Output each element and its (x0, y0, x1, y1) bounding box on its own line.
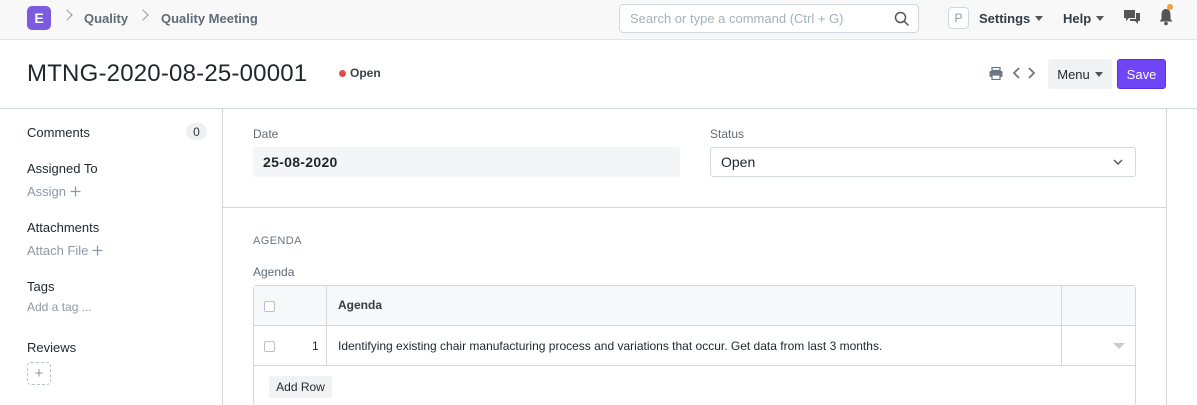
date-value: 25-08-2020 (263, 154, 338, 170)
assign-action[interactable]: Assign (27, 184, 81, 199)
breadcrumb-quality-meeting[interactable]: Quality Meeting (161, 11, 258, 26)
row-index: 1 (312, 339, 319, 353)
bell-icon[interactable] (1158, 8, 1174, 26)
navbar: E Quality Quality Meeting P Settings Hel… (0, 0, 1197, 40)
agenda-field-label: Agenda (253, 265, 295, 279)
attach-file-label: Attach File (27, 243, 89, 258)
search-input[interactable] (620, 5, 880, 32)
menu-label: Menu (1057, 66, 1090, 82)
sidebar-reviews-label: Reviews (27, 340, 77, 355)
grid-column-header-agenda: Agenda (338, 298, 383, 312)
chevron-left-icon[interactable] (1012, 66, 1022, 80)
avatar[interactable]: P (948, 7, 969, 29)
status-indicator-dot (339, 70, 346, 77)
help-label: Help (1063, 11, 1092, 26)
plus-icon (70, 186, 81, 197)
date-field[interactable]: 25-08-2020 (253, 147, 680, 177)
sidebar-assigned-to-label: Assigned To (27, 161, 98, 176)
save-button[interactable]: Save (1117, 59, 1166, 89)
assign-label: Assign (27, 184, 67, 199)
app-logo[interactable]: E (27, 6, 51, 30)
page-title: MTNG-2020-08-25-00001 (27, 60, 308, 87)
status-badge: Open (350, 66, 381, 80)
search-box (619, 4, 919, 33)
attach-file-action[interactable]: Attach File (27, 243, 103, 258)
sidebar-attachments-label: Attachments (27, 220, 100, 235)
agenda-grid: Agenda 1 Identifying existing chair manu… (253, 285, 1136, 405)
chat-icon[interactable] (1123, 9, 1141, 25)
row-agenda-text[interactable]: Identifying existing chair manufacturing… (338, 339, 882, 353)
table-row[interactable]: 1 Identifying existing chair manufacturi… (254, 326, 1135, 366)
status-select[interactable]: Open (710, 147, 1136, 177)
help-dropdown[interactable]: Help (1063, 11, 1105, 26)
add-tag-action[interactable]: Add a tag ... (27, 300, 92, 314)
plus-icon (92, 245, 103, 256)
caret-down-icon (1096, 16, 1105, 21)
grid-header-row: Agenda (254, 286, 1135, 326)
caret-down-icon (1035, 16, 1044, 21)
grid-column-divider (326, 286, 327, 366)
status-select-value: Open (721, 154, 756, 170)
row-edit-caret-icon[interactable] (1113, 343, 1125, 349)
add-review-button[interactable]: + (27, 362, 51, 385)
select-all-checkbox[interactable] (264, 301, 275, 312)
chevron-down-icon (1113, 159, 1123, 165)
sidebar-comments-label[interactable]: Comments (27, 125, 90, 140)
chevron-right-icon[interactable] (1026, 66, 1036, 80)
add-row-button[interactable]: Add Row (269, 376, 332, 398)
grid-column-divider (1061, 286, 1062, 366)
settings-label: Settings (979, 11, 1031, 26)
menu-button[interactable]: Menu (1048, 59, 1112, 89)
sidebar-tags-label: Tags (27, 279, 55, 294)
status-field-label: Status (710, 127, 745, 141)
row-checkbox[interactable] (264, 341, 275, 352)
notification-dot (1167, 4, 1173, 10)
comments-count-badge: 0 (186, 123, 207, 140)
caret-down-icon (1094, 71, 1103, 77)
chevron-right-icon (61, 9, 73, 21)
date-field-label: Date (253, 127, 279, 141)
agenda-section-title: AGENDA (253, 235, 302, 247)
search-icon[interactable] (894, 11, 910, 27)
settings-dropdown[interactable]: Settings (979, 11, 1044, 26)
print-icon[interactable] (989, 67, 1003, 80)
section-divider (222, 207, 1167, 208)
breadcrumb-quality[interactable]: Quality (84, 11, 128, 26)
chevron-right-icon (137, 9, 149, 21)
